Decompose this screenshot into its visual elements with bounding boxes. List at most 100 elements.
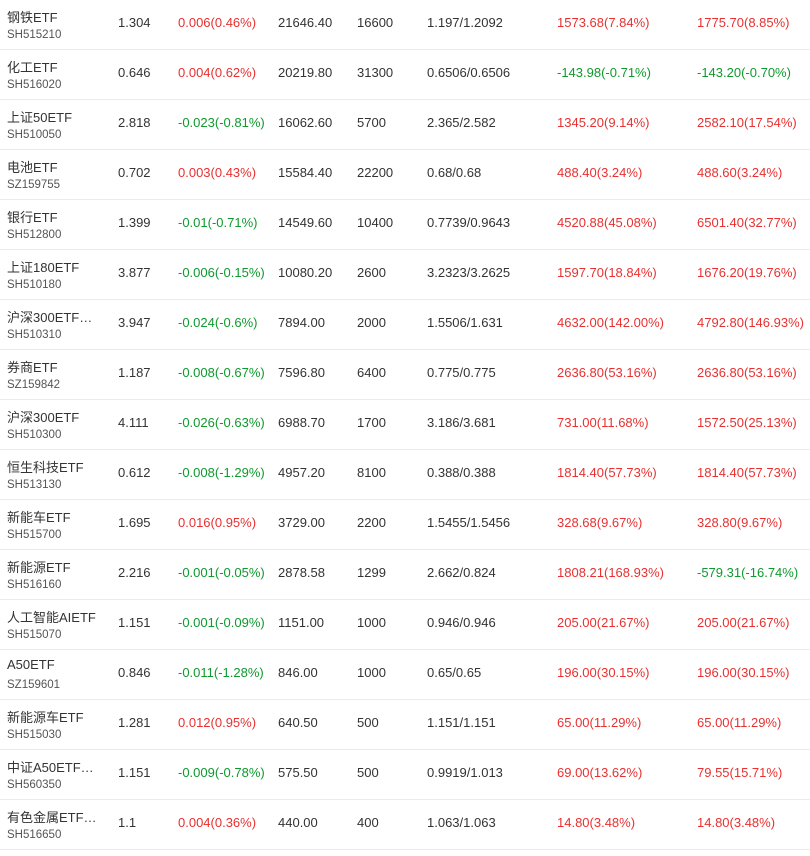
table-row[interactable]: 券商ETF SZ159842 1.187 -0.008(-0.67%) 7596.80 6… <box>0 350 810 400</box>
table-row[interactable]: 新能源车ETF SH515030 1.281 0.012(0.95%) 640.50 50… <box>0 700 810 750</box>
security-cell[interactable]: 有色金属ETF… SH516650 <box>7 800 107 849</box>
security-name[interactable]: A50ETF <box>7 657 55 672</box>
security-cell[interactable]: 新能源ETF SH516160 <box>7 550 107 599</box>
security-name[interactable]: 化工ETF <box>7 57 58 76</box>
current-price: 1.151 <box>118 615 151 630</box>
position-profit-loss: 1808.21(168.93%) <box>557 565 664 580</box>
security-cell[interactable]: 中证A50ETF… SH560350 <box>7 750 107 799</box>
market-value: 4957.20 <box>278 465 325 480</box>
security-name[interactable]: 沪深300ETF <box>7 407 79 426</box>
table-row[interactable]: 化工ETF SH516020 0.646 0.004(0.62%) 20219.80 31… <box>0 50 810 100</box>
security-name[interactable]: 上证50ETF <box>7 107 72 126</box>
security-code: SH516160 <box>7 579 62 591</box>
security-cell[interactable]: 新能源车ETF SH515030 <box>7 700 107 749</box>
total-profit-loss: 1572.50(25.13%) <box>697 415 797 430</box>
position-profit-loss: 1573.68(7.84%) <box>557 15 650 30</box>
security-cell[interactable]: 上证180ETF SH510180 <box>7 250 107 299</box>
position-profit-loss: 65.00(11.29%) <box>557 715 642 730</box>
security-code: SH516020 <box>7 79 62 91</box>
cost-price: 0.68/0.68 <box>427 165 482 180</box>
market-value: 575.50 <box>278 765 318 780</box>
holding-quantity: 1000 <box>357 615 386 630</box>
table-row[interactable]: 人工智能AIETF SH515070 1.151 -0.001(-0.09%) 1151… <box>0 600 810 650</box>
position-profit-loss: 4632.00(142.00%) <box>557 315 664 330</box>
holding-quantity: 10400 <box>357 215 394 230</box>
total-profit-loss: 196.00(30.15%) <box>697 665 790 680</box>
security-name[interactable]: 沪深300ETF… <box>7 307 92 326</box>
security-name[interactable]: 上证180ETF <box>7 257 79 276</box>
position-profit-loss: 4520.88(45.08%) <box>557 215 657 230</box>
security-cell[interactable]: 沪深300ETF… SH510310 <box>7 300 107 349</box>
table-row[interactable]: 新能源ETF SH516160 2.216 -0.001(-0.05%) 2878.58… <box>0 550 810 600</box>
security-code: SH510300 <box>7 429 62 441</box>
current-price: 4.111 <box>118 415 149 430</box>
market-value: 10080.20 <box>278 265 333 280</box>
table-row[interactable]: 上证180ETF SH510180 3.877 -0.006(-0.15%) 10080… <box>0 250 810 300</box>
price-change: -0.008(-1.29%) <box>178 465 265 480</box>
current-price: 3.947 <box>118 315 151 330</box>
price-change: 0.012(0.95%) <box>178 715 257 730</box>
security-name[interactable]: 券商ETF <box>7 357 58 376</box>
holdings-table: 钢铁ETF SH515210 1.304 0.006(0.46%) 21646.40 16… <box>0 0 810 850</box>
table-row[interactable]: 中证A50ETF… SH560350 1.151 -0.009(-0.78%) 575.… <box>0 750 810 800</box>
table-row[interactable]: 钢铁ETF SH515210 1.304 0.006(0.46%) 21646.40 16… <box>0 0 810 50</box>
position-profit-loss: 731.00(11.68%) <box>557 415 649 430</box>
security-cell[interactable]: 钢铁ETF SH515210 <box>7 0 107 49</box>
position-profit-loss: 196.00(30.15%) <box>557 665 650 680</box>
table-row[interactable]: 恒生科技ETF SH513130 0.612 -0.008(-1.29%) 4957.2… <box>0 450 810 500</box>
market-value: 846.00 <box>278 665 318 680</box>
position-profit-loss: 488.40(3.24%) <box>557 165 643 180</box>
security-code: SH512800 <box>7 229 62 241</box>
security-cell[interactable]: 恒生科技ETF SH513130 <box>7 450 107 499</box>
cost-price: 0.9919/1.013 <box>427 765 503 780</box>
table-row[interactable]: 银行ETF SH512800 1.399 -0.01(-0.71%) 14549.60 1… <box>0 200 810 250</box>
security-cell[interactable]: 上证50ETF SH510050 <box>7 100 107 149</box>
security-cell[interactable]: 沪深300ETF SH510300 <box>7 400 107 449</box>
holding-quantity: 400 <box>357 815 379 830</box>
price-change: -0.001(-0.05%) <box>178 565 265 580</box>
current-price: 0.846 <box>118 665 151 680</box>
total-profit-loss: 488.60(3.24%) <box>697 165 783 180</box>
table-row[interactable]: 有色金属ETF… SH516650 1.1 0.004(0.36%) 440.00 400… <box>0 800 810 850</box>
table-row[interactable]: 沪深300ETF SH510300 4.111 -0.026(-0.63%) 6988.… <box>0 400 810 450</box>
security-name[interactable]: 有色金属ETF… <box>7 807 97 826</box>
cost-price: 1.5506/1.631 <box>427 315 503 330</box>
price-change: -0.011(-1.28%) <box>178 665 264 680</box>
security-cell[interactable]: 银行ETF SH512800 <box>7 200 107 249</box>
table-row[interactable]: 沪深300ETF… SH510310 3.947 -0.024(-0.6%) 7894.… <box>0 300 810 350</box>
table-row[interactable]: A50ETF SZ159601 0.846 -0.011(-1.28%) 846.00 1… <box>0 650 810 700</box>
current-price: 2.216 <box>118 565 151 580</box>
security-cell[interactable]: 人工智能AIETF SH515070 <box>7 600 107 649</box>
position-profit-loss: -143.98(-0.71%) <box>557 65 651 80</box>
market-value: 14549.60 <box>278 215 333 230</box>
security-name[interactable]: 中证A50ETF… <box>7 757 94 776</box>
market-value: 21646.40 <box>278 15 333 30</box>
security-cell[interactable]: 化工ETF SH516020 <box>7 50 107 99</box>
security-cell[interactable]: A50ETF SZ159601 <box>7 650 107 699</box>
security-name[interactable]: 恒生科技ETF <box>7 457 84 476</box>
current-price: 0.646 <box>118 65 151 80</box>
security-cell[interactable]: 电池ETF SZ159755 <box>7 150 107 199</box>
table-row[interactable]: 上证50ETF SH510050 2.818 -0.023(-0.81%) 16062.… <box>0 100 810 150</box>
position-profit-loss: 1814.40(57.73%) <box>557 465 657 480</box>
security-name[interactable]: 新能车ETF <box>7 507 71 526</box>
security-cell[interactable]: 新能车ETF SH515700 <box>7 500 107 549</box>
security-cell[interactable]: 券商ETF SZ159842 <box>7 350 107 399</box>
security-name[interactable]: 新能源ETF <box>7 557 71 576</box>
price-change: -0.01(-0.71%) <box>178 215 258 230</box>
cost-price: 1.197/1.2092 <box>427 15 503 30</box>
security-name[interactable]: 银行ETF <box>7 207 58 226</box>
cost-price: 2.365/2.582 <box>427 115 496 130</box>
security-name[interactable]: 人工智能AIETF <box>7 607 96 626</box>
market-value: 16062.60 <box>278 115 333 130</box>
table-row[interactable]: 新能车ETF SH515700 1.695 0.016(0.95%) 3729.00 22… <box>0 500 810 550</box>
holding-quantity: 2000 <box>357 315 386 330</box>
security-name[interactable]: 钢铁ETF <box>7 7 58 26</box>
security-name[interactable]: 新能源车ETF <box>7 707 84 726</box>
price-change: -0.023(-0.81%) <box>178 115 265 130</box>
market-value: 440.00 <box>278 815 318 830</box>
security-code: SH513130 <box>7 479 62 491</box>
security-name[interactable]: 电池ETF <box>7 157 58 176</box>
total-profit-loss: 4792.80(146.93%) <box>697 315 804 330</box>
table-row[interactable]: 电池ETF SZ159755 0.702 0.003(0.43%) 15584.40 22… <box>0 150 810 200</box>
